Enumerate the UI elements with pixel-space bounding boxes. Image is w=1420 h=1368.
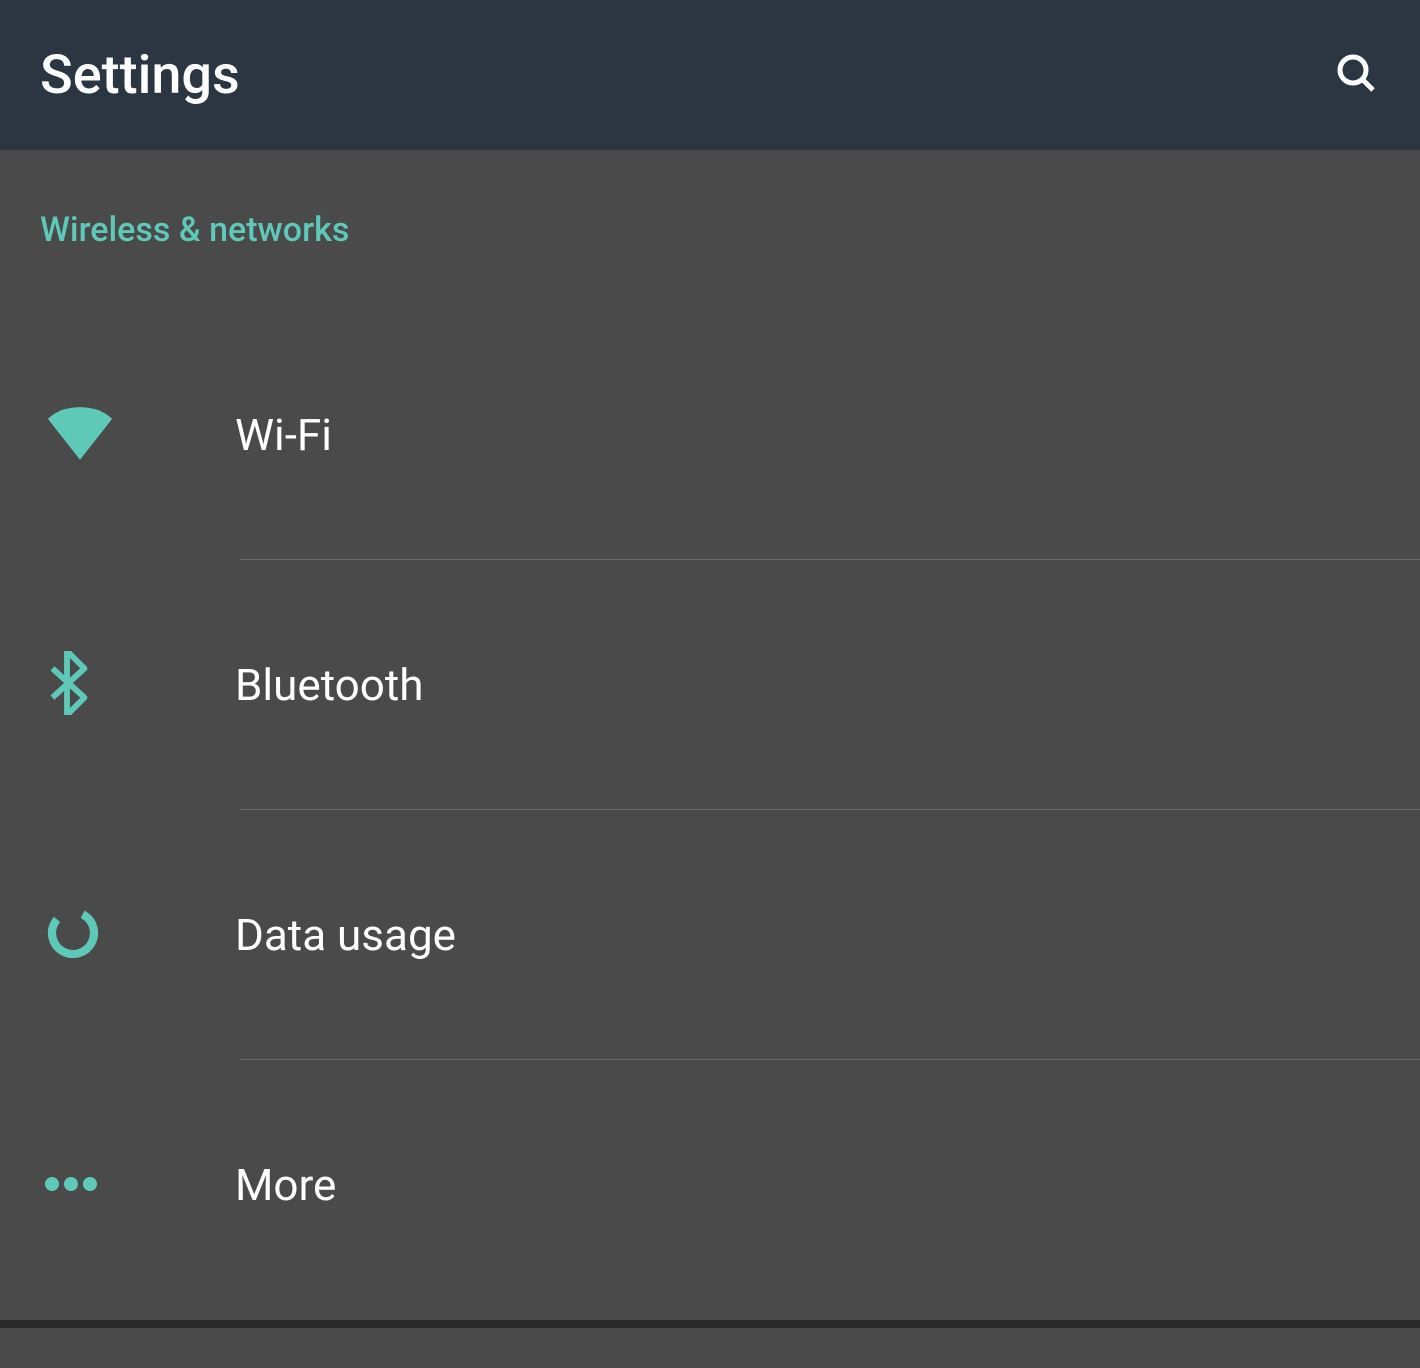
search-icon[interactable] [1332, 49, 1380, 101]
data-usage-icon [45, 905, 101, 965]
settings-item-more[interactable]: More [0, 1060, 1420, 1310]
app-header: Settings [0, 0, 1420, 150]
page-title: Settings [40, 44, 240, 107]
settings-item-label: Bluetooth [235, 659, 423, 711]
settings-item-label: Wi-Fi [235, 409, 332, 461]
section-header-wireless: Wireless & networks [0, 210, 1420, 250]
settings-item-data-usage[interactable]: Data usage [0, 810, 1420, 1060]
settings-item-bluetooth[interactable]: Bluetooth [0, 560, 1420, 810]
settings-content: Wireless & networks Wi-Fi Bluetooth [0, 150, 1420, 1310]
section-divider [0, 1320, 1420, 1328]
more-icon [45, 1176, 97, 1195]
wifi-icon [45, 406, 115, 465]
bluetooth-icon [45, 651, 89, 719]
settings-item-label: Data usage [235, 909, 456, 961]
settings-item-label: More [235, 1159, 336, 1211]
settings-item-wifi[interactable]: Wi-Fi [0, 310, 1420, 560]
